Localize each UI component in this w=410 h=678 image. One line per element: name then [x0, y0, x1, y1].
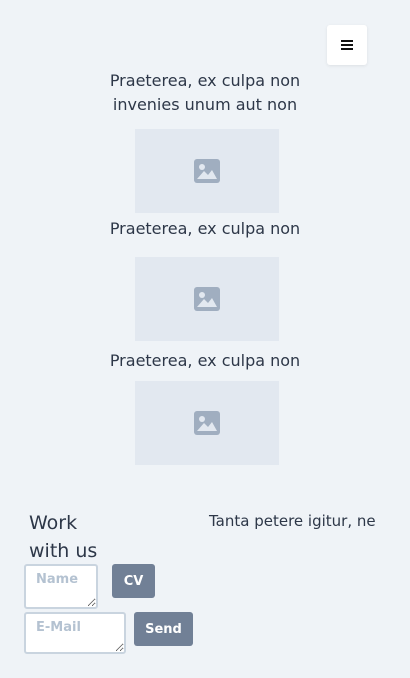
- work-with-us-title: Work with us: [29, 509, 109, 565]
- feature-caption: Praeterea, ex culpa non invenies unum au…: [0, 69, 410, 117]
- feature-image: [135, 381, 279, 465]
- work-title-line: Work: [29, 512, 78, 534]
- feature-caption-line: Praeterea, ex culpa non: [109, 71, 301, 90]
- feature-caption-line: Praeterea, ex culpa non: [109, 351, 301, 370]
- image-placeholder-icon: [194, 287, 220, 311]
- feature-caption: Praeterea, ex culpa non: [0, 349, 410, 373]
- feature-image: [135, 257, 279, 341]
- work-title-line: with us: [29, 540, 98, 562]
- feature-image: [135, 129, 279, 213]
- page: Praeterea, ex culpa non invenies unum au…: [0, 0, 410, 678]
- send-button[interactable]: Send: [134, 612, 193, 646]
- image-placeholder-icon: [194, 411, 220, 435]
- feature-caption-line: Praeterea, ex culpa non: [109, 219, 301, 238]
- work-side-text: Tanta petere igitur, ne: [209, 512, 376, 530]
- name-field[interactable]: [24, 564, 98, 609]
- feature-caption-line: invenies unum aut non: [112, 95, 298, 114]
- hamburger-menu-icon: [341, 40, 353, 50]
- menu-button[interactable]: [327, 25, 367, 65]
- image-placeholder-icon: [194, 159, 220, 183]
- cv-button[interactable]: CV: [112, 564, 155, 598]
- email-field[interactable]: [24, 612, 126, 654]
- feature-caption: Praeterea, ex culpa non: [0, 217, 410, 241]
